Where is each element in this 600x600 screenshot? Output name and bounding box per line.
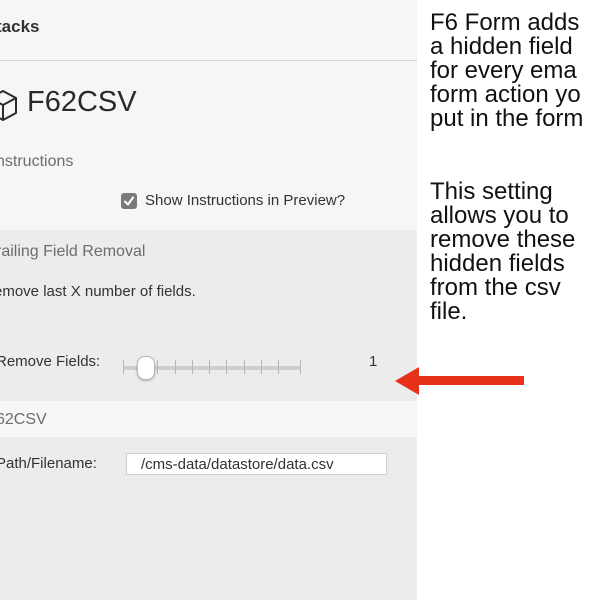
remove-fields-label: Remove Fields: [0, 353, 101, 370]
callout-line: hidden fields [430, 250, 565, 277]
checkmark-icon [124, 196, 134, 206]
inspector-panel: tacks F62CSV nstructions Show Instructio… [0, 0, 417, 600]
csv-section-band [0, 401, 417, 437]
callout-line: This setting [430, 178, 553, 205]
slider-tick [123, 360, 124, 374]
callout-line: remove these [430, 226, 576, 253]
cube-icon [0, 90, 17, 121]
panel-title: tacks [0, 17, 40, 36]
path-filename-input[interactable] [126, 453, 387, 475]
callout-line: for every ema [430, 57, 577, 84]
slider-tick [209, 360, 210, 374]
callout-paragraph-2: This setting allows you to remove these hid… [430, 180, 575, 324]
red-arrow-icon [395, 367, 524, 395]
slider-tick [244, 360, 245, 374]
slider-tick [175, 360, 176, 374]
callout-line: form action yo [430, 81, 581, 108]
slider-thumb[interactable] [137, 356, 155, 380]
callout-line: file. [430, 298, 468, 325]
panel-header: tacks [0, 0, 417, 61]
slider-tick [157, 360, 158, 374]
callout-line: allows you to [430, 202, 569, 229]
callout-line: F6 Form adds [430, 9, 580, 36]
callout-paragraph-1: F6 Form adds a hidden field for every ema f… [430, 11, 583, 131]
section-label-instructions: nstructions [0, 153, 74, 170]
section-label-trailing: railing Field Removal [0, 243, 146, 260]
slider-tick [192, 360, 193, 374]
slider-tick [261, 360, 262, 374]
show-instructions-label[interactable]: Show Instructions in Preview? [145, 192, 345, 209]
callout-line: put in the form [430, 105, 584, 132]
slider-tick [278, 360, 279, 374]
remove-fields-slider[interactable] [123, 356, 303, 380]
remove-fields-value: 1 [369, 353, 378, 370]
plugin-title: F62CSV [27, 86, 137, 118]
trailing-description: emove last X number of fields. [0, 283, 196, 300]
slider-tick [300, 360, 301, 374]
slider-tick [226, 360, 227, 374]
callout-line: from the csv [430, 274, 561, 301]
section-label-csv: 62CSV [0, 411, 47, 428]
show-instructions-checkbox[interactable] [121, 193, 137, 209]
path-filename-label: Path/Filename: [0, 455, 97, 472]
callout-line: a hidden field [430, 33, 573, 60]
